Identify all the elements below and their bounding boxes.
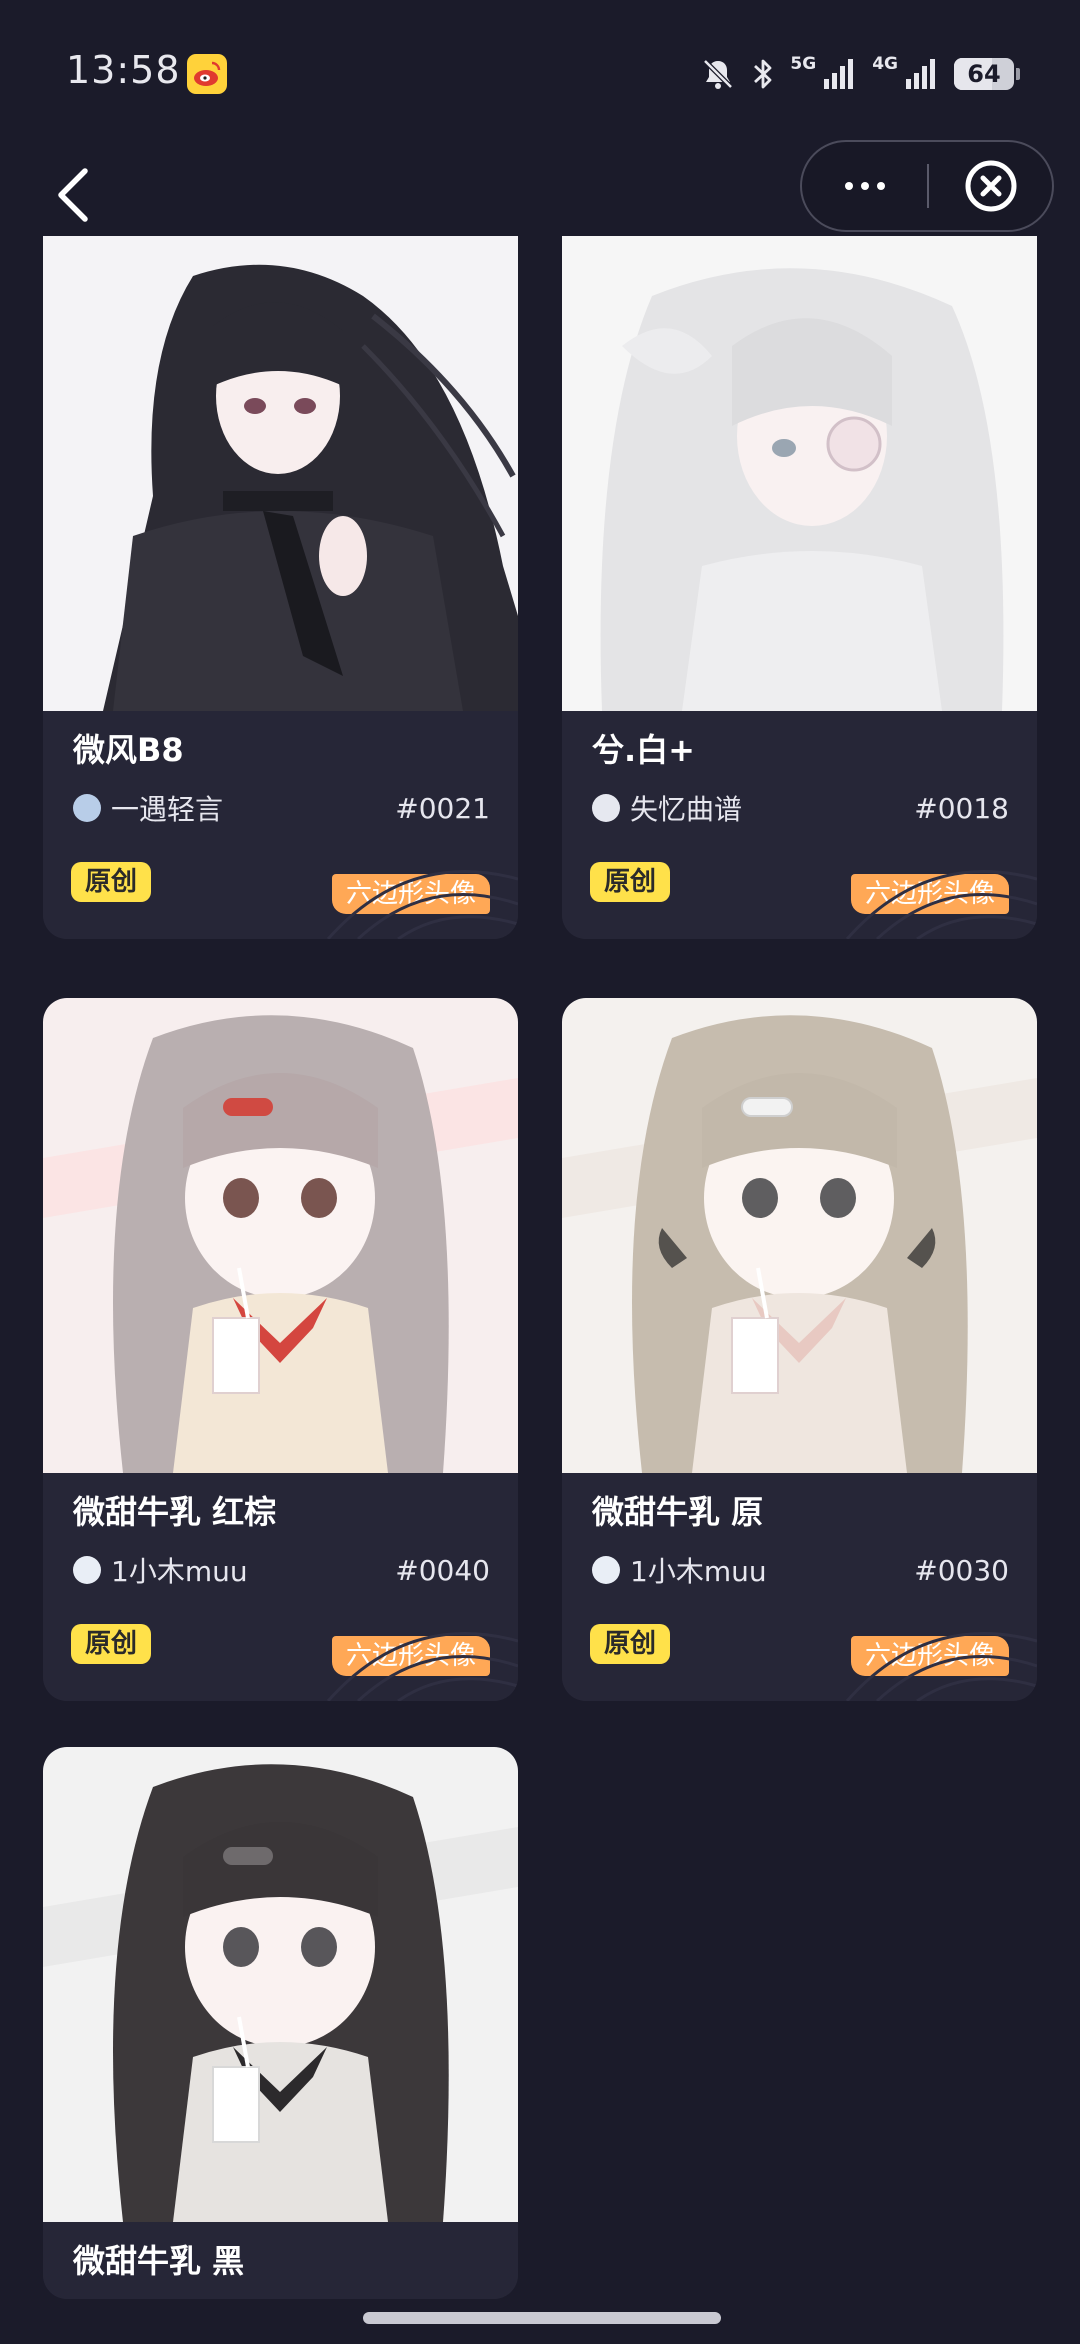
card-info: 兮.白+ 失忆曲谱 #0018 原创 六边形头像 [562, 711, 1037, 939]
author-avatar [73, 794, 101, 822]
card-info: 微风B8 一遇轻言 #0021 原创 六边形头像 [43, 711, 518, 939]
card-info: 微甜牛乳 原 1小木muu #0030 原创 六边形头像 [562, 1473, 1037, 1701]
swirl-decoration [326, 870, 518, 939]
swirl-decoration [845, 1632, 1037, 1701]
card-info: 微甜牛乳 黑 [43, 2222, 518, 2299]
avatar-card[interactable]: 微甜牛乳 黑 [43, 1747, 518, 2299]
avatar-card[interactable]: 微甜牛乳 原 1小木muu #0030 原创 六边形头像 [562, 998, 1037, 1701]
avatar-image [43, 1747, 518, 2222]
swirl-decoration [845, 870, 1037, 939]
back-button[interactable] [28, 150, 118, 240]
avatar-image [562, 998, 1037, 1473]
card-title: 微风B8 [73, 731, 184, 769]
avatar-card[interactable]: 微风B8 一遇轻言 #0021 原创 六边形头像 [43, 236, 518, 939]
tag-original: 原创 [71, 1624, 152, 1664]
avatar-image [43, 236, 518, 711]
close-button[interactable] [928, 142, 1054, 230]
app-screen: 13:58 5G 4G 64 微风B8 一遇轻言 #0021 原创 六边形头像 … [0, 0, 1080, 2344]
mini-program-capsule [800, 140, 1054, 232]
tag-original: 原创 [71, 862, 152, 902]
nav-bar [0, 140, 1080, 252]
author-avatar [73, 1556, 101, 1584]
avatar-card[interactable]: 微甜牛乳 红棕 1小木muu #0040 原创 六边形头像 [43, 998, 518, 1701]
card-title: 微甜牛乳 原 [592, 1493, 764, 1531]
close-circle-icon [965, 160, 1017, 212]
author-avatar [592, 794, 620, 822]
avatar-card[interactable]: 兮.白+ 失忆曲谱 #0018 原创 六边形头像 [562, 236, 1037, 939]
card-title: 微甜牛乳 黑 [73, 2242, 245, 2280]
card-info: 微甜牛乳 红棕 1小木muu #0040 原创 六边形头像 [43, 1473, 518, 1701]
author-avatar [592, 1556, 620, 1584]
home-indicator[interactable] [363, 2312, 721, 2324]
card-title: 微甜牛乳 红棕 [73, 1493, 277, 1531]
tag-original: 原创 [590, 862, 671, 902]
more-dots-icon [845, 182, 853, 190]
card-title: 兮.白+ [592, 731, 695, 769]
tag-original: 原创 [590, 1624, 671, 1664]
back-arrow-icon [58, 168, 88, 222]
avatar-image [43, 998, 518, 1473]
more-button[interactable] [802, 142, 928, 230]
avatar-image [562, 236, 1037, 711]
avatar-grid: 微风B8 一遇轻言 #0021 原创 六边形头像 兮.白+ 失忆曲谱 #0018… [0, 0, 1080, 2344]
swirl-decoration [326, 1632, 518, 1701]
